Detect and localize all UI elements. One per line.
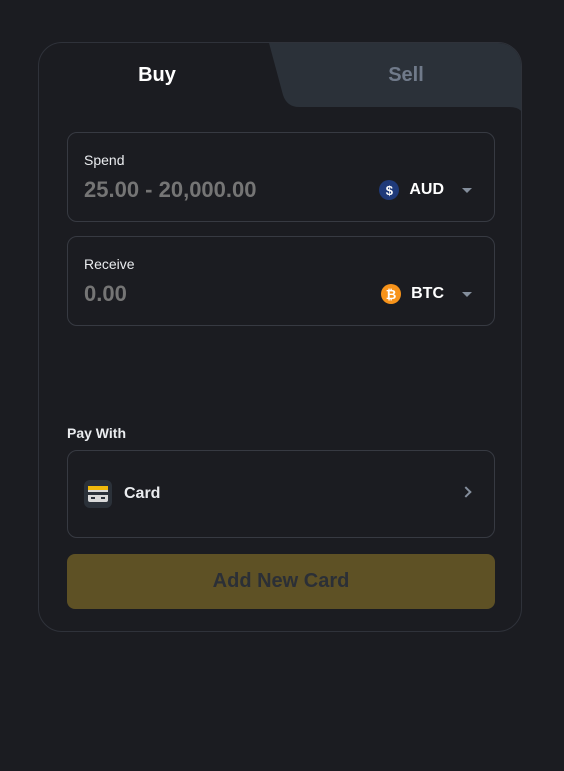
spend-currency-selector[interactable]: $ AUD (379, 176, 472, 204)
buy-sell-tabs: Buy Sell (39, 43, 521, 117)
buy-sell-widget: Buy Sell Spend $ AUD Receive ₿ BTC Pay W… (38, 42, 522, 632)
bitcoin-icon: ₿ (381, 284, 402, 304)
caret-down-icon (462, 291, 472, 297)
dollar-coin-icon: $ (379, 180, 400, 200)
receive-currency-code: BTC (411, 285, 444, 302)
tab-sell[interactable]: Sell (289, 43, 521, 107)
caret-down-icon (462, 187, 472, 193)
pay-with-label: Pay With (67, 425, 126, 441)
receive-label: Receive (84, 256, 135, 272)
receive-input[interactable] (84, 281, 344, 307)
credit-card-icon (84, 480, 112, 508)
chevron-right-icon (460, 486, 472, 498)
spend-currency-code: AUD (409, 181, 444, 198)
spend-field: Spend $ AUD (67, 132, 495, 222)
receive-field: Receive ₿ BTC (67, 236, 495, 326)
payment-method-label: Card (124, 485, 161, 502)
spend-label: Spend (84, 152, 125, 168)
tab-buy[interactable]: Buy (39, 43, 275, 107)
add-new-card-button[interactable]: Add New Card (67, 554, 495, 609)
payment-method-card[interactable]: Card (67, 450, 495, 538)
receive-currency-selector[interactable]: ₿ BTC (381, 280, 472, 308)
spend-input[interactable] (84, 177, 344, 203)
